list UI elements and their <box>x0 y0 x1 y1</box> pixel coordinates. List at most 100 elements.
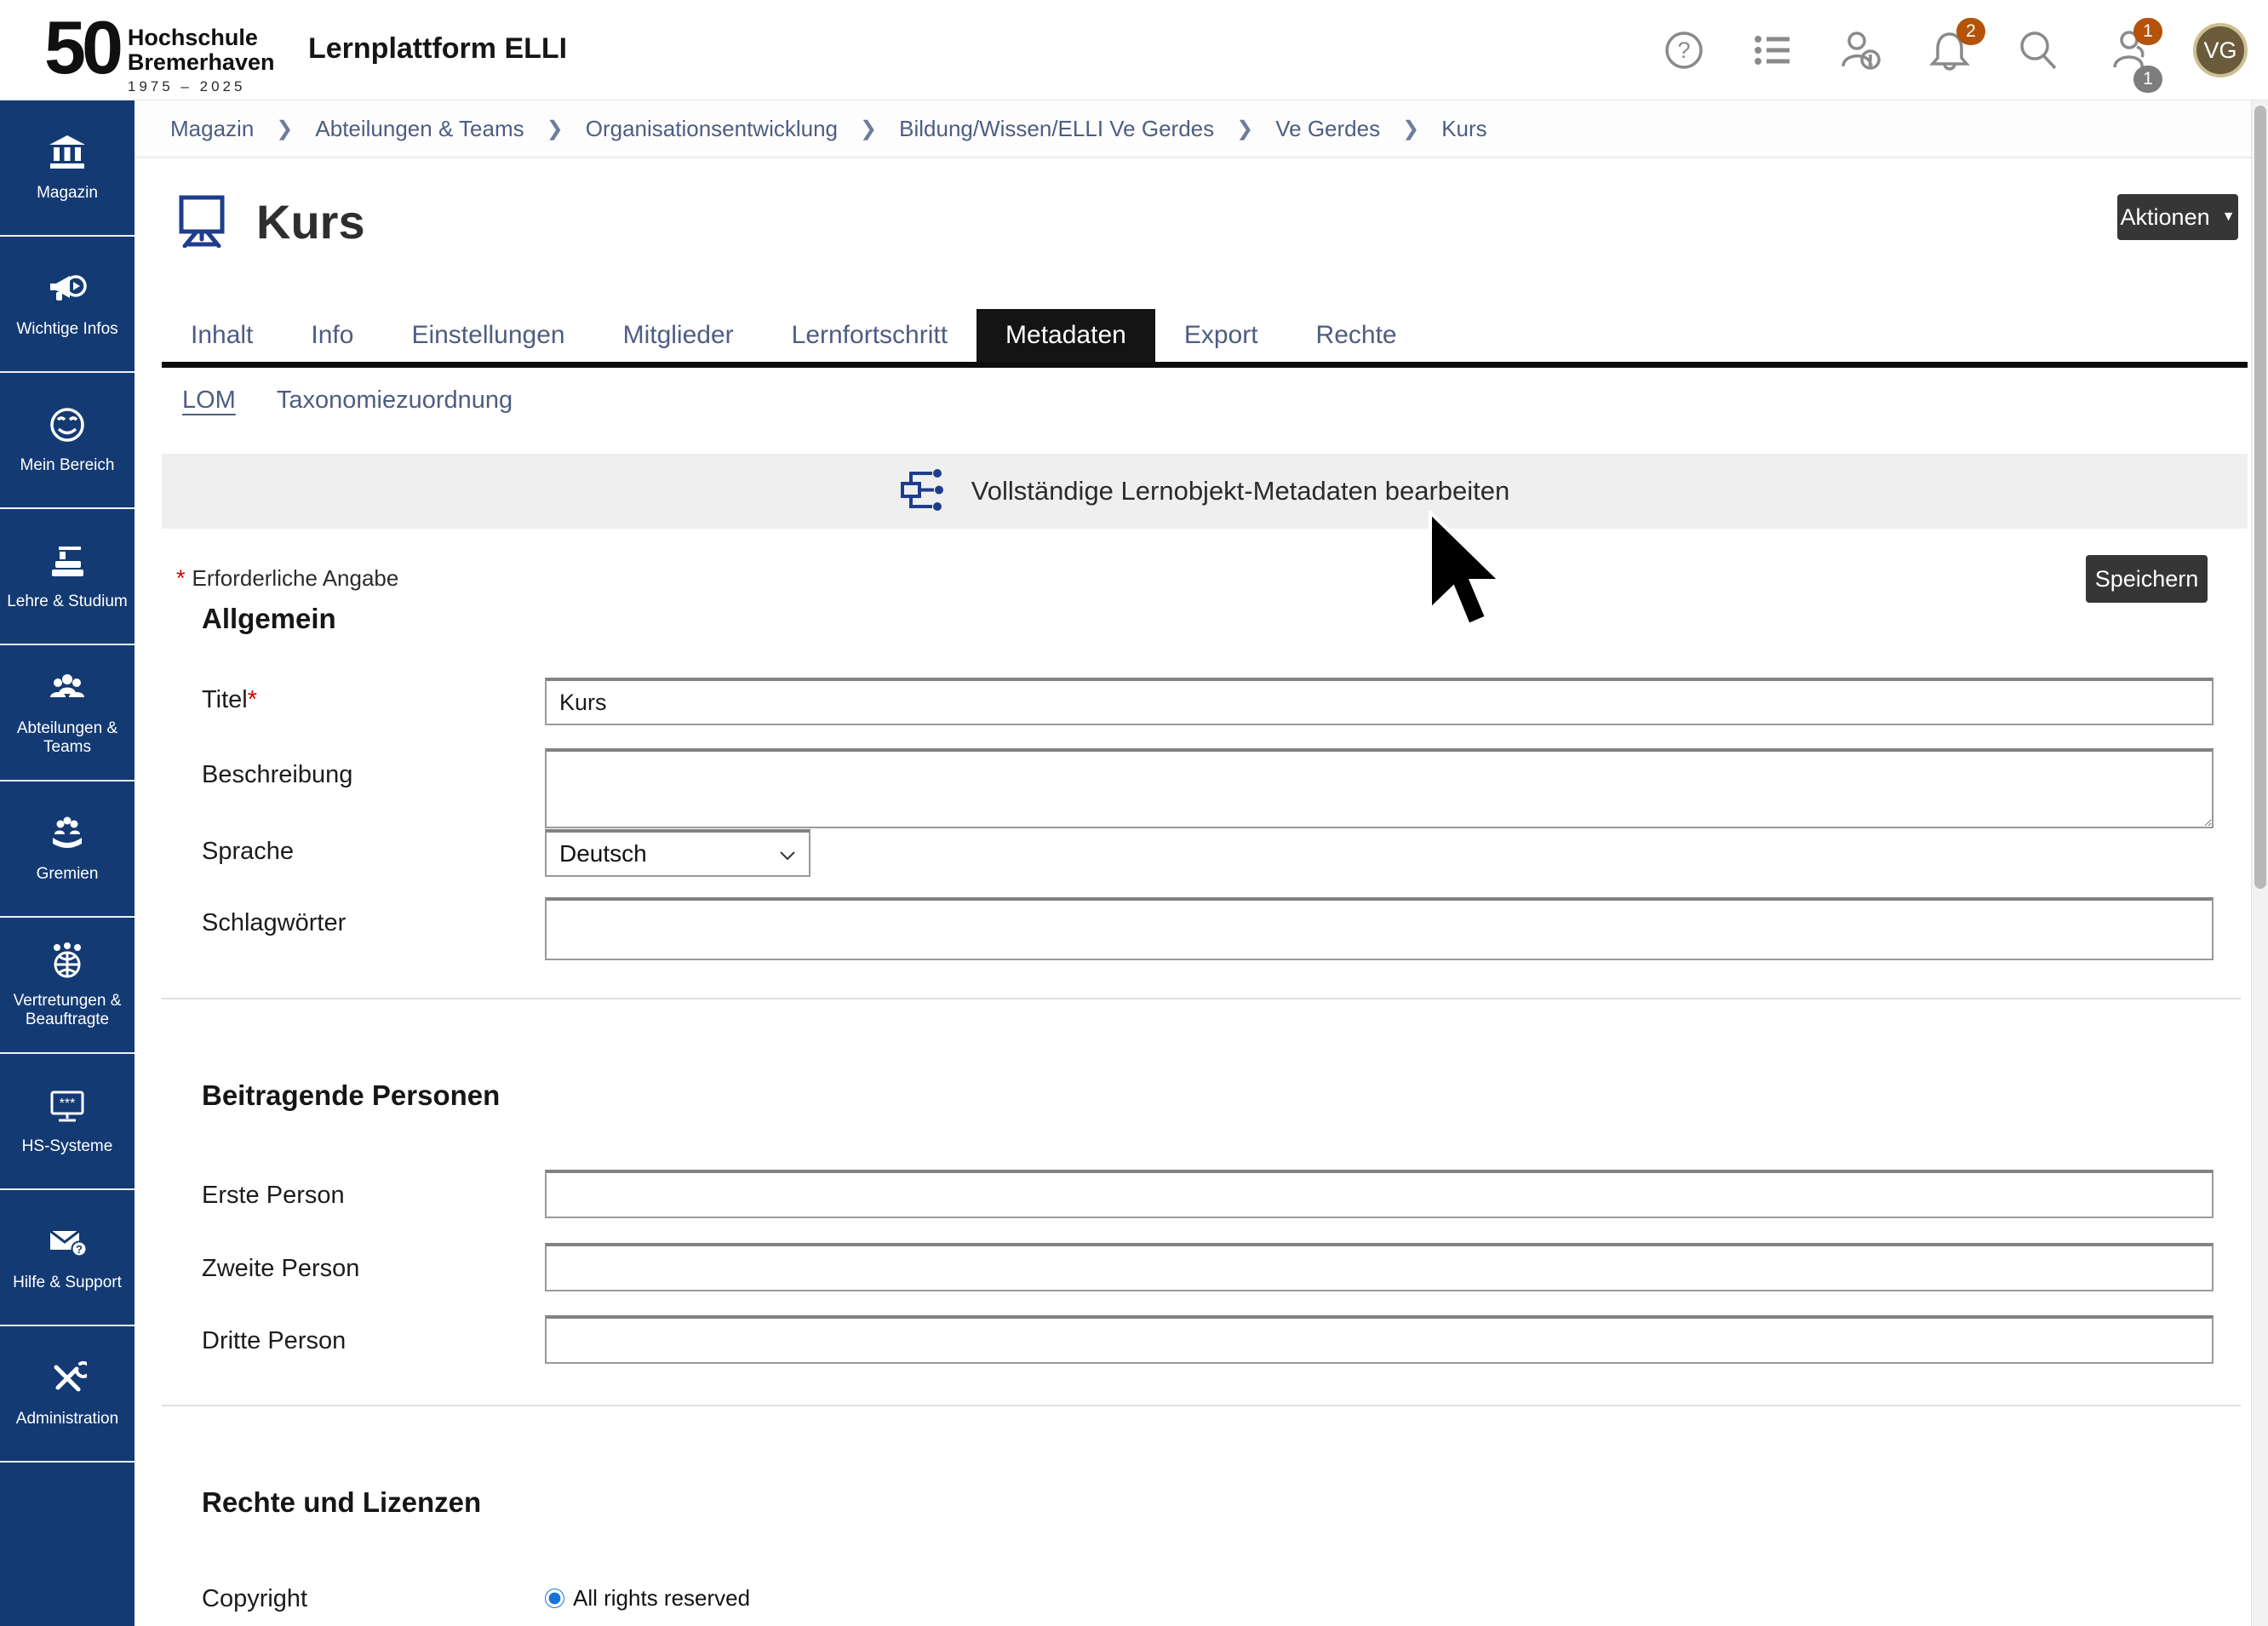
titel-input[interactable] <box>545 678 2214 725</box>
copyright-label: Copyright <box>202 1585 307 1613</box>
tab-export[interactable]: Export <box>1155 309 1287 362</box>
bell-badge: 2 <box>1956 18 1985 45</box>
university-logo[interactable]: 50 Hochschule Bremerhaven 1975 – 2025 <box>44 7 274 95</box>
edit-full-metadata-banner[interactable]: Vollständige Lernobjekt-Metadaten bearbe… <box>162 454 2248 529</box>
breadcrumb-item[interactable]: Bildung/Wissen/ELLI Ve Gerdes <box>899 116 1214 142</box>
scrollbar-track[interactable] <box>2251 100 2268 1626</box>
breadcrumb-separator-icon: ❯ <box>276 117 293 141</box>
sidebar-item-administration[interactable]: Administration <box>0 1326 135 1463</box>
mail-help-icon: ? <box>48 1222 87 1266</box>
sidebar-item-lehre-studium[interactable]: Lehre & Studium <box>0 509 135 645</box>
dritte-person-input[interactable] <box>545 1315 2214 1364</box>
sidebar-label: Gremien <box>33 865 102 884</box>
breadcrumb-separator-icon: ❯ <box>1236 117 1253 141</box>
erste-person-label: Erste Person <box>202 1182 345 1210</box>
breadcrumb-item[interactable]: Abteilungen & Teams <box>315 116 524 142</box>
people-hand-icon <box>48 814 87 857</box>
breadcrumb-item[interactable]: Ve Gerdes <box>1275 116 1380 142</box>
breadcrumb-item[interactable]: Organisationsentwicklung <box>586 116 838 142</box>
scrollbar-thumb[interactable] <box>2254 106 2266 889</box>
breadcrumb-separator-icon: ❯ <box>1402 117 1419 141</box>
titel-label-text: Titel <box>202 686 248 713</box>
svg-text:?: ? <box>76 1243 83 1256</box>
tools-icon <box>48 1359 87 1402</box>
bank-icon <box>48 133 87 176</box>
sprache-select[interactable]: Deutsch <box>545 829 810 877</box>
logo-50: 50 <box>44 7 119 89</box>
app-root: 50 Hochschule Bremerhaven 1975 – 2025 Le… <box>0 0 2268 1626</box>
required-star: * <box>176 565 186 591</box>
copyright-radio[interactable] <box>545 1589 564 1608</box>
top-header: 50 Hochschule Bremerhaven 1975 – 2025 Le… <box>0 0 2268 100</box>
tab-lernfortschritt[interactable]: Lernfortschritt <box>763 309 976 362</box>
zweite-person-label: Zweite Person <box>202 1255 359 1283</box>
sidebar-item-hilfe-support[interactable]: ? Hilfe & Support <box>0 1190 135 1326</box>
notifications-bell-icon[interactable]: 2 <box>1927 28 1972 72</box>
sidebar-label: Wichtige Infos <box>13 320 121 339</box>
sidebar-label: HS-Systeme <box>19 1137 117 1156</box>
tab-rechte[interactable]: Rechte <box>1287 309 1426 362</box>
breadcrumb-item[interactable]: Kurs <box>1441 116 1486 142</box>
megaphone-icon <box>48 269 87 312</box>
titel-required-star: * <box>248 686 257 713</box>
subtab-taxonomiezuordnung[interactable]: Taxonomiezuordnung <box>277 386 513 415</box>
sidebar-item-abteilungen-teams[interactable]: Abteilungen & Teams <box>0 645 135 782</box>
list-menu-icon[interactable] <box>1750 28 1795 72</box>
subtab-lom[interactable]: LOM <box>182 386 236 415</box>
breadcrumb-item[interactable]: Magazin <box>170 116 254 142</box>
schlagwoerter-input[interactable] <box>545 897 2214 960</box>
titel-label: Titel* <box>202 686 257 714</box>
breadcrumb: Magazin ❯ Abteilungen & Teams ❯ Organisa… <box>135 100 2251 158</box>
main-sidebar: Magazin Wichtige Infos Mein Bereich Lehr… <box>0 100 135 1626</box>
dritte-person-label: Dritte Person <box>202 1327 346 1355</box>
sidebar-item-mein-bereich[interactable]: Mein Bereich <box>0 373 135 509</box>
sidebar-label: Lehre & Studium <box>3 593 131 611</box>
section-heading-rechte: Rechte und Lizenzen <box>202 1486 481 1519</box>
tab-mitglieder[interactable]: Mitglieder <box>594 309 763 362</box>
main-content: Kurs Aktionen ▼ Inhalt Info Einstellunge… <box>135 158 2251 1626</box>
tab-metadaten[interactable]: Metadaten <box>976 309 1155 362</box>
tab-inhalt[interactable]: Inhalt <box>162 309 282 362</box>
sidebar-item-vertretungen[interactable]: Vertretungen & Beauftragte <box>0 918 135 1054</box>
header-icons: ? 2 1 1 VG <box>1662 0 2248 100</box>
sprache-selected-value: Deutsch <box>559 840 647 867</box>
logo-line2: Bremerhaven <box>128 50 275 75</box>
sidebar-label: Vertretungen & Beauftragte <box>0 992 135 1029</box>
sidebar-label: Magazin <box>33 184 101 203</box>
help-icon[interactable]: ? <box>1662 28 1706 72</box>
zweite-person-input[interactable] <box>545 1243 2214 1291</box>
search-icon[interactable] <box>2016 28 2060 72</box>
svg-text:?: ? <box>1677 37 1690 63</box>
breadcrumb-separator-icon: ❯ <box>860 117 877 141</box>
breadcrumb-separator-icon: ❯ <box>547 117 564 141</box>
course-easel-icon <box>175 192 229 252</box>
sidebar-item-hs-systeme[interactable]: *** HS-Systeme <box>0 1054 135 1190</box>
section-divider <box>162 998 2241 999</box>
page-title: Kurs <box>256 194 365 249</box>
erste-person-input[interactable] <box>545 1170 2214 1218</box>
actions-button[interactable]: Aktionen ▼ <box>2117 194 2238 240</box>
beschreibung-textarea[interactable] <box>545 748 2214 828</box>
contacts-icon[interactable]: 1 1 <box>2105 28 2149 72</box>
section-heading-allgemein: Allgemein <box>202 603 336 635</box>
tab-einstellungen[interactable]: Einstellungen <box>382 309 593 362</box>
smiley-icon <box>48 405 87 449</box>
awareness-user-icon[interactable] <box>1839 28 1883 72</box>
section-divider <box>162 1405 2241 1406</box>
section-heading-beitragende: Beitragende Personen <box>202 1079 500 1112</box>
required-note-text: Erforderliche Angabe <box>192 565 399 591</box>
books-icon <box>48 541 87 585</box>
logo-text: Hochschule Bremerhaven 1975 – 2025 <box>128 26 275 95</box>
beschreibung-label: Beschreibung <box>202 761 352 789</box>
tab-info[interactable]: Info <box>282 309 382 362</box>
sidebar-item-magazin[interactable]: Magazin <box>0 100 135 237</box>
sidebar-label: Abteilungen & Teams <box>0 719 135 757</box>
sidebar-item-wichtige-infos[interactable]: Wichtige Infos <box>0 237 135 373</box>
sprache-label: Sprache <box>202 838 294 866</box>
contacts-badge: 1 <box>2133 18 2162 45</box>
object-title-row: Kurs <box>175 192 365 252</box>
sidebar-item-gremien[interactable]: Gremien <box>0 782 135 918</box>
save-button[interactable]: Speichern <box>2086 555 2208 603</box>
required-note: *Erforderliche Angabe <box>176 565 398 592</box>
user-avatar[interactable]: VG <box>2193 23 2248 77</box>
